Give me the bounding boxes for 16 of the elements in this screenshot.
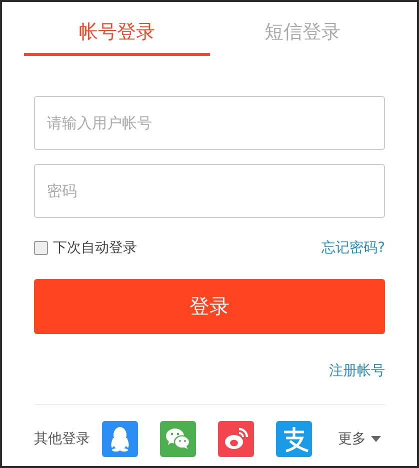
tab[interactable]: 帐号登录 — [24, 10, 210, 56]
chat-bubbles-icon[interactable] — [160, 421, 196, 457]
forgot-password-link[interactable]: 忘记密码? — [322, 239, 385, 257]
register-link[interactable]: 注册帐号 — [329, 362, 385, 380]
login-button[interactable]: 登录 — [34, 279, 385, 334]
username-field[interactable]: 请输入用户帐号 — [34, 96, 385, 150]
payment-icon[interactable] — [276, 421, 312, 457]
eye-signal-icon[interactable] — [218, 421, 254, 457]
remember-label: 下次自动登录 — [53, 239, 137, 257]
more-dropdown[interactable]: 更多 — [338, 430, 381, 448]
password-field[interactable]: 密码 — [34, 164, 385, 218]
caret-icon — [371, 436, 381, 442]
penguin-icon[interactable] — [102, 421, 138, 457]
other-login-label: 其他登录 — [34, 430, 90, 448]
checkbox[interactable] — [34, 241, 48, 255]
tab[interactable]: 短信登录 — [210, 10, 395, 56]
